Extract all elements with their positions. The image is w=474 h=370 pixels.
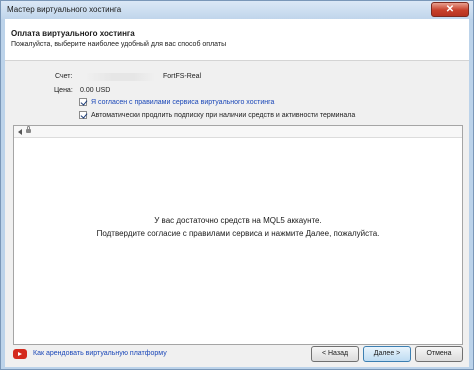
wizard-window: Мастер виртуального хостинга ✕ Оплата ви…	[0, 0, 474, 370]
account-value: FortFS-Real	[163, 73, 202, 80]
lock-icon	[26, 126, 31, 133]
header-subtitle: Пожалуйста, выберите наиболее удобный дл…	[11, 41, 227, 48]
agree-terms-link[interactable]: Я согласен с правилами сервиса виртуальн…	[91, 99, 274, 106]
title-bar[interactable]: Мастер виртуального хостинга ✕	[1, 1, 473, 19]
confirm-message: Подтвердите согласие с правилами сервиса…	[96, 229, 380, 238]
price-label: Цена:	[54, 87, 73, 94]
back-button[interactable]: < Назад	[311, 346, 359, 362]
window-title: Мастер виртуального хостинга	[7, 5, 122, 14]
redacted-area	[85, 73, 155, 81]
back-arrow-icon[interactable]	[18, 129, 22, 135]
header-title: Оплата виртуального хостинга	[11, 29, 135, 38]
auto-renew-checkbox[interactable]	[79, 111, 87, 119]
funds-message: У вас достаточно средств на MQL5 аккаунт…	[154, 216, 322, 225]
auto-renew-label: Автоматически продлить подписку при нали…	[91, 112, 356, 119]
next-button[interactable]: Далее >	[363, 346, 411, 362]
cancel-button[interactable]: Отмена	[415, 346, 463, 362]
close-icon: ✕	[445, 4, 455, 15]
wizard-header: Оплата виртуального хостинга Пожалуйста,…	[5, 19, 469, 61]
embedded-browser[interactable]: У вас достаточно средств на MQL5 аккаунт…	[13, 125, 463, 345]
wizard-client-area: Оплата виртуального хостинга Пожалуйста,…	[5, 19, 469, 367]
price-value: 0.00 USD	[80, 87, 111, 94]
rent-platform-link[interactable]: Как арендовать виртуальную платформу	[33, 350, 167, 357]
browser-toolbar	[14, 126, 462, 138]
agree-terms-checkbox[interactable]	[79, 98, 87, 106]
close-button[interactable]: ✕	[431, 2, 469, 17]
youtube-icon[interactable]	[13, 349, 27, 359]
account-label: Счет:	[55, 73, 73, 80]
